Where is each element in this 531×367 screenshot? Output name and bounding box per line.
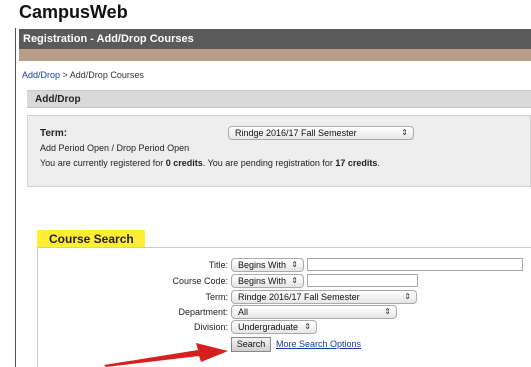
search-term-value: Rindge 2016/17 Fall Semester bbox=[238, 292, 360, 302]
course-code-mode-select[interactable]: Begins With ⇕ bbox=[231, 274, 304, 288]
reg-middle: . You are pending registration for bbox=[202, 158, 336, 168]
registration-status: You are currently registered for 0 credi… bbox=[40, 158, 380, 168]
division-value: Undergraduate bbox=[238, 322, 299, 332]
title-label: Title: bbox=[208, 260, 228, 270]
reg-suffix: . bbox=[377, 158, 380, 168]
breadcrumb: Add/Drop > Add/Drop Courses bbox=[22, 70, 144, 80]
term-label: Term: bbox=[40, 128, 68, 139]
updown-chevron-icon: ⇕ bbox=[401, 128, 408, 137]
search-term-select[interactable]: Rindge 2016/17 Fall Semester ⇕ bbox=[231, 290, 417, 304]
breadcrumb-current: Add/Drop Courses bbox=[69, 70, 144, 80]
term-select[interactable]: Rindge 2016/17 Fall Semester ⇕ bbox=[228, 126, 414, 140]
division-label: Division: bbox=[193, 322, 228, 332]
search-term-label: Term: bbox=[205, 292, 229, 302]
breadcrumb-link-add-drop[interactable]: Add/Drop bbox=[22, 70, 60, 80]
department-select[interactable]: All ⇕ bbox=[231, 305, 397, 319]
department-value: All bbox=[238, 307, 249, 317]
app-title: CampusWeb bbox=[19, 2, 128, 22]
title-input[interactable] bbox=[307, 258, 523, 271]
updown-chevron-icon: ⇕ bbox=[291, 276, 298, 285]
updown-chevron-icon: ⇕ bbox=[404, 292, 411, 301]
search-button[interactable]: Search bbox=[231, 337, 271, 352]
term-panel: Term: Rindge 2016/17 Fall Semester ⇕ Add… bbox=[27, 115, 531, 187]
updown-chevron-icon: ⇕ bbox=[291, 260, 298, 269]
reg-prefix: You are currently registered for bbox=[40, 158, 166, 168]
division-select[interactable]: Undergraduate ⇕ bbox=[231, 320, 317, 334]
department-label: Department: bbox=[178, 307, 228, 317]
course-code-label: Course Code: bbox=[172, 276, 228, 286]
period-status: Add Period Open / Drop Period Open bbox=[40, 143, 190, 153]
title-mode-value: Begins With bbox=[238, 260, 287, 270]
page-header: Registration - Add/Drop Courses bbox=[19, 29, 531, 49]
course-code-input[interactable] bbox=[307, 274, 418, 287]
breadcrumb-separator: > bbox=[60, 70, 70, 80]
more-search-options-link[interactable]: More Search Options bbox=[276, 339, 361, 349]
updown-chevron-icon: ⇕ bbox=[384, 307, 391, 316]
section-title-add-drop: Add/Drop bbox=[27, 90, 531, 108]
title-mode-select[interactable]: Begins With ⇕ bbox=[231, 258, 304, 272]
red-arrow-icon bbox=[104, 343, 228, 367]
tab-course-search[interactable]: Course Search bbox=[37, 230, 145, 248]
course-code-mode-value: Begins With bbox=[238, 276, 287, 286]
pending-credits: 17 credits bbox=[335, 158, 378, 168]
updown-chevron-icon: ⇕ bbox=[304, 322, 311, 331]
arrow-shape bbox=[104, 343, 228, 367]
registered-credits: 0 credits bbox=[165, 158, 203, 168]
left-divider bbox=[15, 28, 16, 367]
term-select-value: Rindge 2016/17 Fall Semester bbox=[235, 128, 357, 138]
header-stripe bbox=[19, 49, 531, 61]
